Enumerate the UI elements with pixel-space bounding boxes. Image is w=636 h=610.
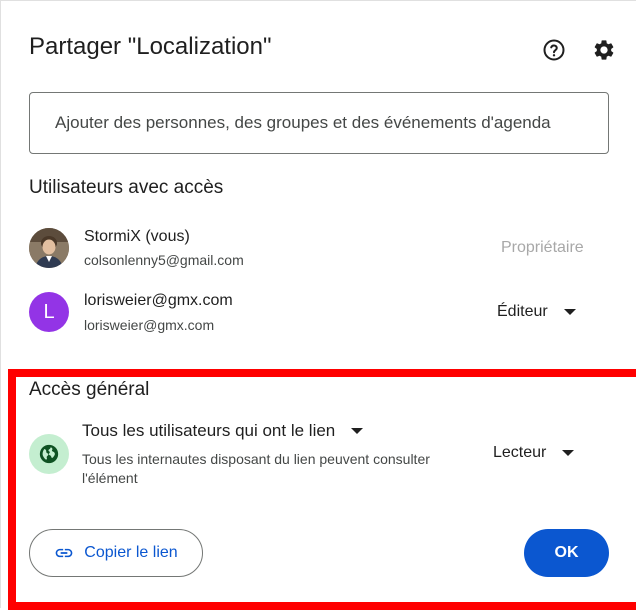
access-description: Tous les internautes disposant du lien p… [82, 451, 430, 486]
ok-label: OK [554, 544, 579, 561]
ok-button[interactable]: OK [524, 529, 609, 577]
globe-icon [29, 434, 69, 474]
add-people-input[interactable]: Ajouter des personnes, des groupes et de… [29, 92, 609, 154]
users-section-title: Utilisateurs avec accès [29, 177, 224, 198]
access-option-label: Tous les utilisateurs qui ont le lien [82, 421, 336, 440]
owner-role-label: Propriétaire [501, 239, 584, 256]
user-name: StormiX (vous) [84, 228, 190, 245]
user-email: lorisweier@gmx.com [84, 317, 215, 333]
caret-down-icon [563, 309, 576, 315]
link-icon [55, 548, 73, 558]
copy-link-label: Copier le lien [84, 544, 178, 561]
help-icon[interactable] [541, 37, 567, 63]
avatar-photo [29, 228, 69, 268]
caret-down-icon [562, 450, 575, 456]
gear-icon[interactable] [591, 37, 617, 63]
user-name: lorisweier@gmx.com [84, 292, 233, 309]
add-people-placeholder: Ajouter des personnes, des groupes et de… [55, 113, 551, 132]
dialog-title: Partager "Localization" [29, 33, 272, 60]
role-label: Lecteur [493, 444, 547, 461]
share-dialog: Partager "Localization" Ajouter des pers… [0, 0, 636, 610]
editor-role-dropdown[interactable]: Éditeur [497, 303, 576, 321]
avatar-letter: L [29, 292, 69, 332]
copy-link-button[interactable]: Copier le lien [29, 529, 203, 577]
general-access-title: Accès général [29, 379, 150, 400]
caret-down-icon [351, 428, 364, 434]
general-access-dropdown[interactable]: Tous les utilisateurs qui ont le lien [82, 421, 364, 441]
role-label: Éditeur [497, 303, 548, 320]
viewer-role-dropdown[interactable]: Lecteur [493, 444, 575, 462]
user-email: colsonlenny5@gmail.com [84, 252, 244, 268]
